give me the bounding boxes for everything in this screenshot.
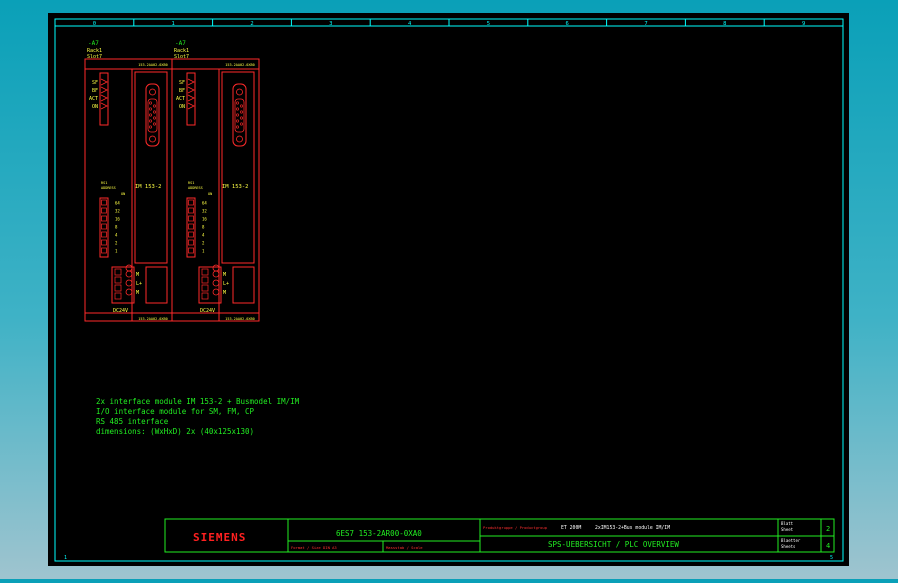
label-sheet-en: Sheet (781, 527, 794, 532)
led-label: ACT (176, 96, 185, 102)
switch-label: 16 (202, 217, 207, 222)
note-line-4: dimensions: (WxHxD) 2x (40x125x130) (96, 427, 254, 436)
column-header: 0123456789 (55, 19, 843, 27)
row-label-bottom-left: 1 (64, 555, 67, 561)
terminal-label: M (136, 272, 139, 278)
led-label: BF (92, 88, 98, 94)
module-tag: -A7 (175, 40, 186, 47)
switch-label: 64 (115, 201, 120, 206)
label-sheets: Blaetter (781, 538, 801, 543)
label-format: Format / Size DIN A3 (291, 545, 337, 550)
column-number: 7 (644, 21, 647, 27)
drawing-sheet: 0123456789 1 5 -A7Rack1Slot7153-2AA02-0X… (48, 13, 849, 566)
column-number: 9 (802, 21, 805, 27)
terminal-label: M (223, 272, 226, 278)
part-number: 6ES7 153-2AR00-0XA0 (336, 529, 422, 538)
led-label: SF (92, 80, 98, 86)
switch-label: 16 (115, 217, 120, 222)
module-small-label: ON (121, 192, 125, 196)
switch-label: 64 (202, 201, 207, 206)
terminal-label: M (136, 290, 139, 296)
module-order-top: 153-2AA02-0XB0 (225, 63, 255, 67)
switch-label: 32 (202, 209, 207, 214)
label-productgroup: Produktgruppe / Productgroup (483, 525, 548, 530)
led-label: ON (92, 104, 98, 110)
module-small-label: ADDRESS (188, 186, 203, 190)
terminal-label: L+ (223, 281, 229, 287)
label-sheets-en: Sheets (781, 544, 796, 549)
led-label: ON (179, 104, 185, 110)
module-order-top: 153-2AA02-0XB0 (138, 63, 168, 67)
column-number: 5 (487, 21, 490, 27)
column-number: 6 (566, 21, 569, 27)
terminal-label: M (223, 290, 226, 296)
module-small-label: ADDRESS (101, 186, 116, 190)
column-number: 0 (93, 21, 96, 27)
led-label: SF (179, 80, 185, 86)
product-description: 2xIM153-2+Bus module IM/IM (595, 525, 670, 531)
product-group: ET 200M (561, 525, 581, 531)
row-label-bottom-right: 5 (830, 555, 833, 561)
module-small-label: ON (208, 192, 212, 196)
terminal-label: L+ (136, 281, 142, 287)
note-line-3: RS 485 interface (96, 417, 169, 426)
module-name: IM 153-2 (222, 184, 249, 190)
column-number: 2 (250, 21, 253, 27)
switch-label: 32 (115, 209, 120, 214)
module-order-bottom: 153-2AA02-0XB0 (225, 317, 255, 321)
module-order-bottom: 153-2AA02-0XB0 (138, 317, 168, 321)
module-tag: -A7 (88, 40, 99, 47)
column-number: 1 (172, 21, 175, 27)
label-sheet: Blatt (781, 521, 794, 526)
module-name: IM 153-2 (135, 184, 162, 190)
sheet-number: 2 (826, 525, 830, 533)
module-small-label: RS1 (188, 181, 194, 185)
cad-viewport: 0123456789 1 5 -A7 Rack1 Slot7 153-2AA02-0X… (0, 0, 898, 579)
column-number: 8 (723, 21, 726, 27)
supply-label: DC24V (113, 308, 128, 314)
supply-label: DC24V (200, 308, 215, 314)
brand-logo: SIEMENS (193, 531, 246, 544)
note-line-1: 2x interface module IM 153-2 + Busmodel … (96, 397, 300, 406)
drawing-canvas (48, 13, 849, 566)
column-number: 3 (329, 21, 332, 27)
module-small-label: RS1 (101, 181, 107, 185)
main-title: SPS-UEBERSICHT / PLC OVERVIEW (548, 540, 679, 549)
sheet-count: 4 (826, 542, 830, 550)
note-line-2: I/O interface module for SM, FM, CP (96, 407, 255, 416)
led-label: ACT (89, 96, 98, 102)
led-label: BF (179, 88, 185, 94)
label-scale: Massstab / Scale (386, 545, 423, 550)
